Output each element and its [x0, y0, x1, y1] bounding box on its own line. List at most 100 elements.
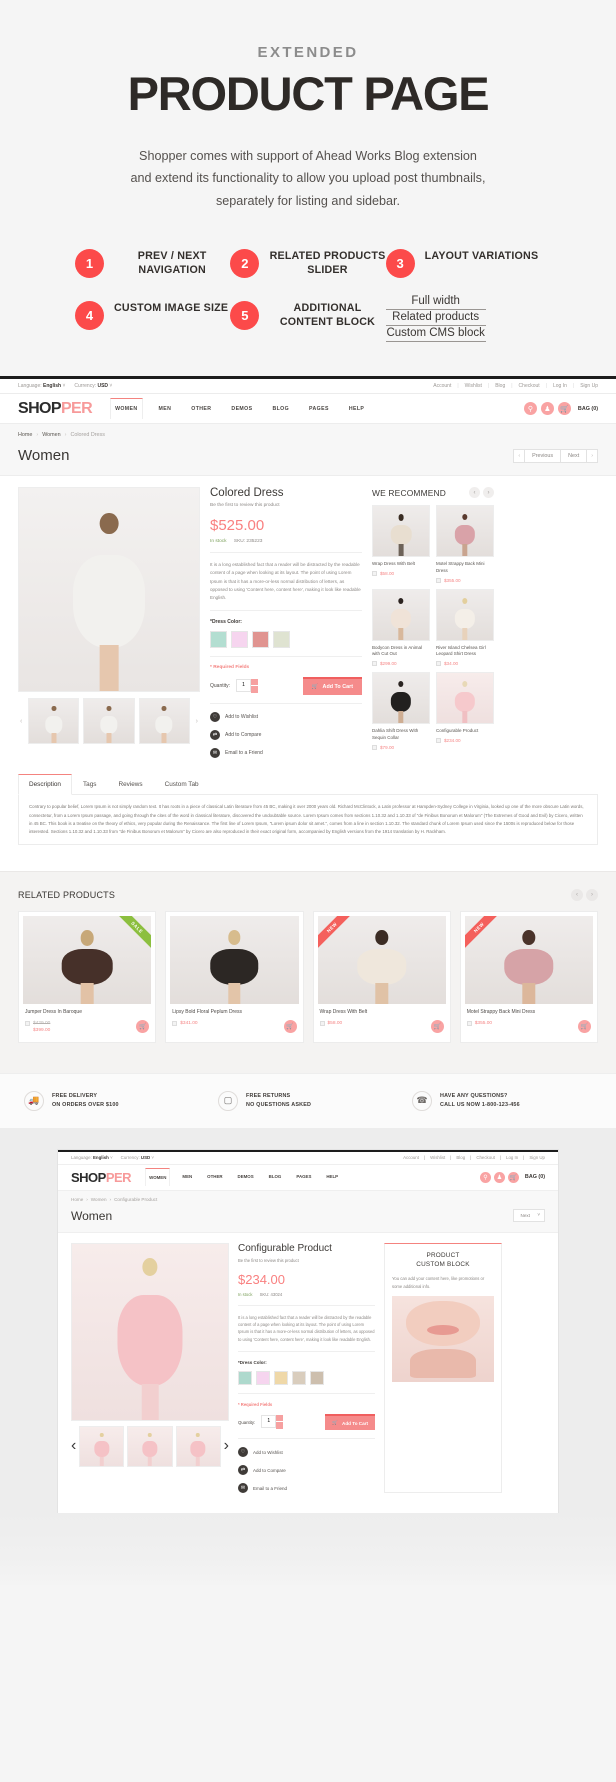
color-swatch-sand[interactable] [274, 1371, 288, 1386]
add-to-cart-button[interactable]: 🛒 Add To Cart [302, 677, 362, 696]
topbar-link-wishlist[interactable]: Wishlist [465, 383, 482, 389]
topbar-link-account[interactable]: Account [403, 1155, 419, 1160]
nav-item-pages[interactable]: PAGES [293, 1168, 314, 1186]
language-selector[interactable]: Language: English ˅ [18, 383, 65, 389]
related-product-card[interactable]: NEW Wrap Dress With Belt $58.00 🛒 [312, 911, 451, 1043]
quantity-stepper[interactable] [261, 1414, 284, 1430]
breadcrumb-home[interactable]: Home [18, 432, 32, 438]
cart-icon[interactable]: 🛒 [557, 402, 571, 416]
tab-tags[interactable]: Tags [72, 774, 108, 795]
breadcrumb-home[interactable]: Home [71, 1197, 83, 1202]
email-to-friend-row[interactable]: ✉ Email to a Friend [210, 748, 362, 759]
pager-previous-button[interactable]: Previous [524, 448, 562, 463]
layout-link-custom-cms-block[interactable]: Custom CMS block [385, 326, 486, 343]
nav-item-help[interactable]: HELP [345, 399, 368, 419]
quantity-stepper[interactable] [236, 678, 259, 694]
thumbnail-2[interactable] [83, 698, 135, 745]
cart-checkbox-icon[interactable] [25, 1021, 30, 1027]
quick-add-cart-icon[interactable]: 🛒 [136, 1020, 150, 1034]
nav-item-demos[interactable]: DEMOS [227, 399, 256, 419]
user-icon[interactable]: ♟ [540, 402, 554, 416]
language-selector[interactable]: Language: English ˅ [71, 1155, 113, 1160]
related-prev-icon[interactable]: ‹ [571, 889, 583, 902]
topbar-link-signup[interactable]: Sign Up [580, 383, 598, 389]
thumbnail-2[interactable] [127, 1425, 173, 1467]
cart-checkbox-icon[interactable] [466, 1021, 472, 1027]
thumbs-prev-icon[interactable]: ‹ [18, 718, 24, 725]
recommend-card[interactable]: Bodycon Dress in Animal with Cut Out $29… [372, 588, 430, 667]
related-product-card[interactable]: Lipsy Bold Floral Peplum Dress $341.00 🛒 [165, 911, 304, 1043]
cart-checkbox-icon[interactable] [319, 1021, 325, 1027]
color-swatch-beige[interactable] [292, 1371, 306, 1386]
layout-link-related-products[interactable]: Related products [385, 310, 486, 327]
quantity-step-buttons[interactable] [276, 1414, 284, 1430]
add-to-wishlist-row[interactable]: ♡ Add to Wishlist [238, 1447, 375, 1458]
quantity-step-buttons[interactable] [251, 678, 259, 694]
nav-item-other[interactable]: OTHER [204, 1168, 225, 1186]
cart-checkbox-icon[interactable] [172, 1021, 178, 1027]
topbar-link-blog[interactable]: Blog [456, 1155, 465, 1160]
topbar-link-checkout[interactable]: Checkout [476, 1155, 495, 1160]
color-swatch-sage[interactable] [273, 631, 290, 649]
email-to-friend-row[interactable]: ✉ Email to a Friend [238, 1483, 375, 1494]
nav-item-men[interactable]: MEN [155, 399, 176, 419]
thumbs-next-icon[interactable]: › [224, 1437, 229, 1455]
quick-add-cart-icon[interactable]: 🛒 [430, 1020, 444, 1034]
quick-add-cart-icon[interactable]: 🛒 [578, 1020, 591, 1034]
color-swatch-pink[interactable] [256, 1371, 270, 1386]
tab-reviews[interactable]: Reviews [107, 774, 153, 795]
recommend-card[interactable]: Motel Strappy Back Mini Dress $355.00 [436, 505, 494, 583]
nav-item-other[interactable]: OTHER [187, 399, 215, 419]
nav-item-women[interactable]: WOMEN [110, 398, 143, 420]
thumbnail-3[interactable] [138, 698, 190, 745]
topbar-link-signup[interactable]: Sign Up [529, 1155, 545, 1160]
nav-item-pages[interactable]: PAGES [305, 399, 333, 419]
topbar-link-checkout[interactable]: Checkout [519, 383, 540, 389]
breadcrumb-women[interactable]: Women [91, 1197, 107, 1202]
quantity-input[interactable] [261, 1414, 277, 1428]
nav-item-blog[interactable]: BLOG [266, 1168, 285, 1186]
color-swatch-pink[interactable] [231, 631, 248, 649]
tab-description[interactable]: Description [18, 774, 72, 796]
cart-checkbox-icon[interactable] [436, 661, 441, 667]
thumbs-prev-icon[interactable]: ‹ [71, 1437, 76, 1455]
product-main-image[interactable] [71, 1242, 229, 1421]
nav-item-blog[interactable]: BLOG [268, 399, 293, 419]
related-product-card[interactable]: SALE Jumper Dress In Baroque $429.00 $39… [18, 911, 157, 1043]
color-swatch-mint[interactable] [238, 1371, 252, 1386]
search-icon[interactable]: ⚲ [479, 1171, 491, 1183]
bag-label[interactable]: BAG (0) [578, 406, 598, 412]
search-icon[interactable]: ⚲ [523, 402, 537, 416]
cart-checkbox-icon[interactable] [372, 661, 377, 667]
pager-next-button[interactable]: Next [560, 448, 588, 463]
currency-selector[interactable]: Currency: USD ˅ [121, 1155, 154, 1160]
add-to-compare-row[interactable]: ⇄ Add to Compare [238, 1465, 375, 1476]
topbar-link-account[interactable]: Account [433, 383, 451, 389]
tab-custom[interactable]: Custom Tab [154, 774, 210, 795]
site-logo[interactable]: SHOPPER [71, 1170, 132, 1185]
product-sort-select[interactable]: Next ˅ [512, 1209, 545, 1223]
topbar-link-wishlist[interactable]: Wishlist [430, 1155, 445, 1160]
cart-icon[interactable]: 🛒 [507, 1171, 519, 1183]
recommend-card[interactable]: Configurable Product $234.00 [436, 672, 494, 750]
add-to-cart-button[interactable]: 🛒 Add To Cart [325, 1414, 375, 1431]
topbar-link-login[interactable]: Log In [506, 1155, 518, 1160]
user-icon[interactable]: ♟ [493, 1171, 505, 1183]
nav-item-women[interactable]: WOMEN [145, 1168, 171, 1187]
color-swatch-coral[interactable] [252, 631, 269, 649]
thumbnail-3[interactable] [175, 1425, 221, 1467]
nav-item-help[interactable]: HELP [323, 1168, 341, 1186]
nav-item-men[interactable]: MEN [179, 1168, 195, 1186]
product-review-link[interactable]: Be the first to review this product [210, 503, 362, 508]
quick-add-cart-icon[interactable]: 🛒 [283, 1020, 297, 1034]
bag-label[interactable]: BAG (0) [525, 1174, 545, 1180]
recommend-next-icon[interactable]: › [483, 487, 494, 499]
topbar-link-login[interactable]: Log In [553, 383, 567, 389]
recommend-card[interactable]: River Island Chelsea Girl Leopard Shirt … [436, 588, 494, 667]
currency-selector[interactable]: Currency: USD ˅ [74, 383, 112, 389]
recommend-prev-icon[interactable]: ‹ [469, 487, 480, 499]
cart-checkbox-icon[interactable] [436, 737, 441, 743]
related-next-icon[interactable]: › [586, 889, 598, 902]
color-swatch-taupe[interactable] [310, 1371, 324, 1386]
product-review-link[interactable]: Be the first to review this product [238, 1258, 375, 1263]
